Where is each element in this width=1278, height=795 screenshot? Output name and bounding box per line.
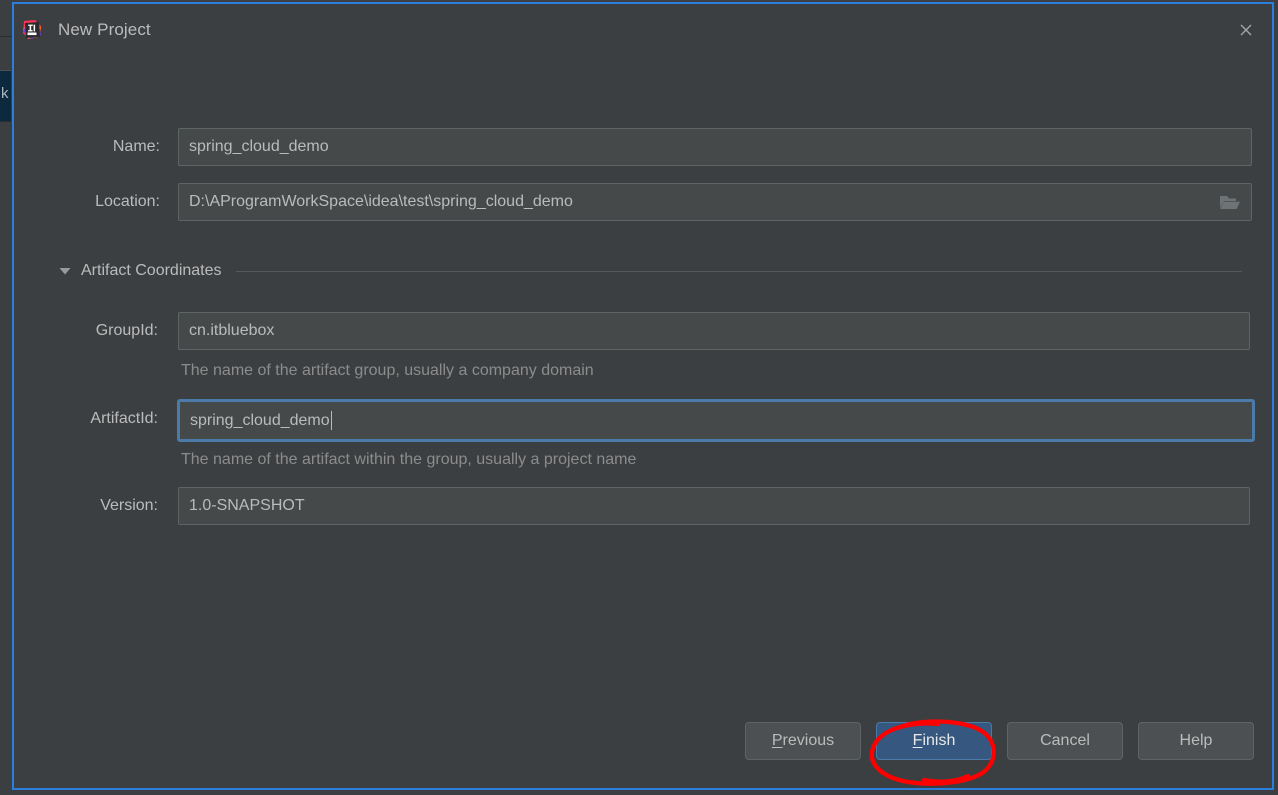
artifactid-hint: The name of the artifact within the grou… xyxy=(181,451,637,468)
version-input[interactable]: 1.0-SNAPSHOT xyxy=(178,487,1250,525)
groupid-hint: The name of the artifact group, usually … xyxy=(181,362,594,379)
intellij-idea-icon xyxy=(21,19,43,41)
dialog-content: Name: spring_cloud_demo Location: D:\APr… xyxy=(14,56,1272,788)
cancel-button[interactable]: Cancel xyxy=(1007,722,1123,760)
section-separator xyxy=(235,270,1242,272)
name-row: Name: spring_cloud_demo xyxy=(14,128,1272,166)
location-row: Location: D:\AProgramWorkSpace\idea\test… xyxy=(14,183,1272,221)
dialog-title: New Project xyxy=(58,20,151,39)
name-input[interactable]: spring_cloud_demo xyxy=(178,128,1252,166)
artifact-coordinates-section-header[interactable]: Artifact Coordinates xyxy=(58,259,1242,283)
dialog-button-bar: Previous Finish Cancel Help xyxy=(14,702,1272,788)
help-button-label: Help xyxy=(1179,732,1213,749)
groupid-label: GroupId: xyxy=(95,322,158,339)
location-input[interactable]: D:\AProgramWorkSpace\idea\test\spring_cl… xyxy=(178,183,1252,221)
location-label: Location: xyxy=(95,193,160,210)
previous-button[interactable]: Previous xyxy=(745,722,861,760)
cancel-button-label: Cancel xyxy=(1040,732,1090,749)
close-icon[interactable] xyxy=(1220,4,1272,56)
name-input-value: spring_cloud_demo xyxy=(189,138,329,155)
text-caret xyxy=(330,411,332,430)
finish-button-label-rest: inish xyxy=(922,732,956,749)
artifact-coordinates-title: Artifact Coordinates xyxy=(81,262,222,279)
background-divider xyxy=(0,36,12,37)
artifactid-input-value: spring_cloud_demo xyxy=(190,411,330,429)
groupid-input[interactable]: cn.itbluebox xyxy=(178,312,1250,350)
new-project-dialog: New Project Name: spring_cloud_demo Loca… xyxy=(12,2,1274,790)
background-ide-window: k xyxy=(0,0,12,795)
artifactid-row: ArtifactId: spring_cloud_demo xyxy=(14,400,1272,441)
location-input-value: D:\AProgramWorkSpace\idea\test\spring_cl… xyxy=(189,193,573,210)
version-label: Version: xyxy=(100,497,158,514)
finish-button-mnemonic: F xyxy=(912,732,923,749)
finish-button[interactable]: Finish xyxy=(876,722,992,760)
triangle-down-icon xyxy=(58,264,72,278)
version-row: Version: 1.0-SNAPSHOT xyxy=(14,487,1272,525)
version-input-value: 1.0-SNAPSHOT xyxy=(189,497,305,514)
background-tab-label: k xyxy=(1,85,9,102)
artifactid-input[interactable]: spring_cloud_demo xyxy=(178,400,1254,441)
artifactid-label: ArtifactId: xyxy=(90,410,158,427)
previous-button-mnemonic: P xyxy=(771,732,783,749)
help-button[interactable]: Help xyxy=(1138,722,1254,760)
dialog-title-bar: New Project xyxy=(14,4,1272,56)
previous-button-label-rest: revious xyxy=(782,732,835,749)
name-label: Name: xyxy=(112,138,160,155)
groupid-row: GroupId: cn.itbluebox xyxy=(14,312,1272,350)
folder-icon[interactable] xyxy=(1219,193,1241,211)
groupid-input-value: cn.itbluebox xyxy=(189,322,275,339)
